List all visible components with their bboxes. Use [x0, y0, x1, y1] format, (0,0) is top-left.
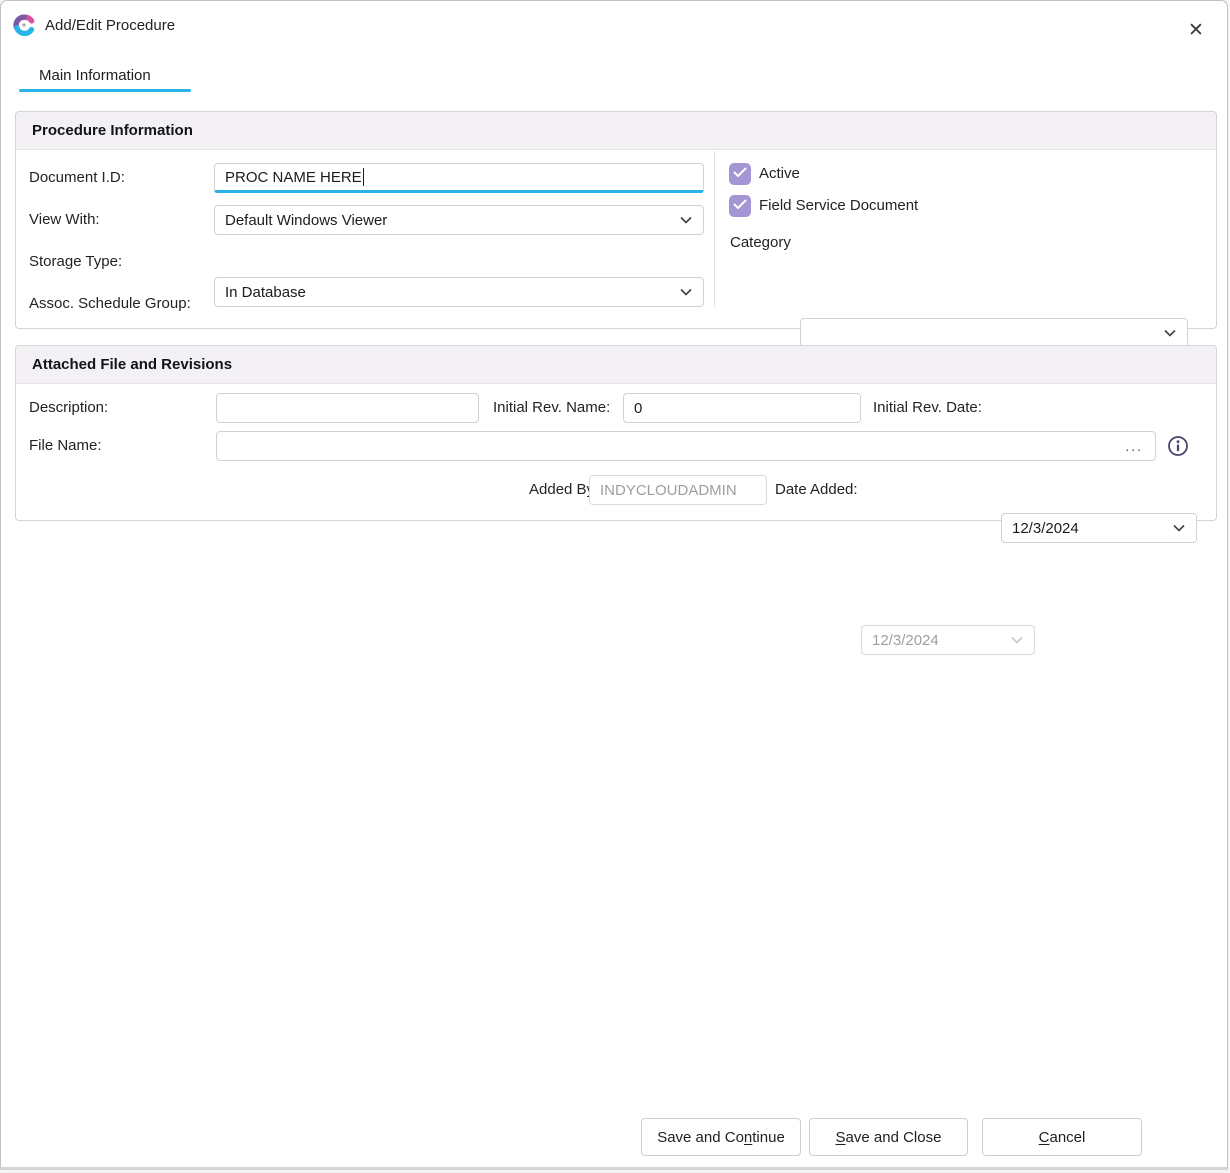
- file-name-input[interactable]: ...: [216, 431, 1156, 461]
- date-added-dropdown: 12/3/2024: [861, 625, 1035, 655]
- initial-rev-date-dropdown[interactable]: 12/3/2024: [1001, 513, 1197, 543]
- save-and-continue-button[interactable]: Save and Continue: [641, 1118, 801, 1156]
- cancel-mnemonic: C: [1039, 1129, 1050, 1146]
- save-and-close-button[interactable]: Save and Close: [809, 1118, 968, 1156]
- view-with-dropdown[interactable]: Default Windows Viewer: [214, 205, 704, 235]
- storage-type-dropdown[interactable]: In Database: [214, 277, 704, 307]
- document-id-text: PROC NAME HERE: [225, 169, 362, 186]
- active-checkbox[interactable]: [729, 163, 751, 185]
- view-with-value: Default Windows Viewer: [225, 212, 387, 229]
- info-icon[interactable]: [1167, 435, 1189, 457]
- date-added-label: Date Added:: [775, 475, 858, 505]
- added-by-label: Added By:: [529, 475, 598, 505]
- storage-type-value: In Database: [225, 284, 306, 301]
- procedure-information-header: Procedure Information: [16, 112, 1216, 150]
- save-and-close-mnemonic: S: [836, 1129, 846, 1146]
- document-id-label: Document I.D:: [29, 163, 125, 193]
- active-checkbox-label: Active: [759, 163, 800, 185]
- document-id-input[interactable]: PROC NAME HERE: [214, 163, 704, 193]
- add-edit-procedure-dialog: Add/Edit Procedure ✕ Main Information Pr…: [0, 0, 1228, 1170]
- chevron-down-icon: [1011, 636, 1023, 644]
- initial-rev-name-label: Initial Rev. Name:: [493, 393, 610, 423]
- initial-rev-date-value: 12/3/2024: [1012, 520, 1079, 537]
- assoc-schedule-group-label: Assoc. Schedule Group:: [29, 289, 191, 319]
- app-logo-icon: [13, 14, 35, 36]
- save-and-continue-mnemonic: n: [744, 1129, 752, 1146]
- field-service-document-checkbox-label: Field Service Document: [759, 195, 918, 217]
- tab-active-underline: [19, 89, 191, 92]
- view-with-label: View With:: [29, 205, 100, 235]
- checkmark-icon: [733, 197, 747, 215]
- close-icon[interactable]: ✕: [1181, 15, 1211, 45]
- file-name-label: File Name:: [29, 431, 102, 461]
- browse-file-button[interactable]: ...: [1123, 441, 1145, 451]
- description-label: Description:: [29, 393, 108, 423]
- date-added-value: 12/3/2024: [872, 632, 939, 649]
- attached-file-revisions-header: Attached File and Revisions: [16, 346, 1216, 384]
- chevron-down-icon: [680, 288, 692, 296]
- group-vertical-divider: [714, 151, 715, 307]
- cancel-button[interactable]: Cancel: [982, 1118, 1142, 1156]
- storage-type-label: Storage Type:: [29, 247, 122, 277]
- initial-rev-name-value: 0: [634, 400, 642, 417]
- chevron-down-icon: [680, 216, 692, 224]
- save-and-close-text: ave and Close: [846, 1129, 942, 1146]
- initial-rev-date-label: Initial Rev. Date:: [873, 393, 982, 423]
- dialog-title: Add/Edit Procedure: [45, 15, 175, 37]
- added-by-value: INDYCLOUDADMIN: [600, 482, 737, 499]
- added-by-input: INDYCLOUDADMIN: [589, 475, 767, 505]
- save-and-continue-text-pre: Save and Co: [657, 1129, 744, 1146]
- field-service-document-checkbox[interactable]: [729, 195, 751, 217]
- category-label: Category: [730, 228, 791, 258]
- category-dropdown[interactable]: [800, 318, 1188, 348]
- tab-main-information[interactable]: Main Information: [39, 65, 151, 87]
- text-caret: [363, 168, 364, 186]
- chevron-down-icon: [1173, 524, 1185, 532]
- save-and-continue-text-post: tinue: [752, 1129, 785, 1146]
- description-input[interactable]: [216, 393, 479, 423]
- checkmark-icon: [733, 165, 747, 183]
- chevron-down-icon: [1164, 329, 1176, 337]
- cancel-text: ancel: [1049, 1129, 1085, 1146]
- initial-rev-name-input[interactable]: 0: [623, 393, 861, 423]
